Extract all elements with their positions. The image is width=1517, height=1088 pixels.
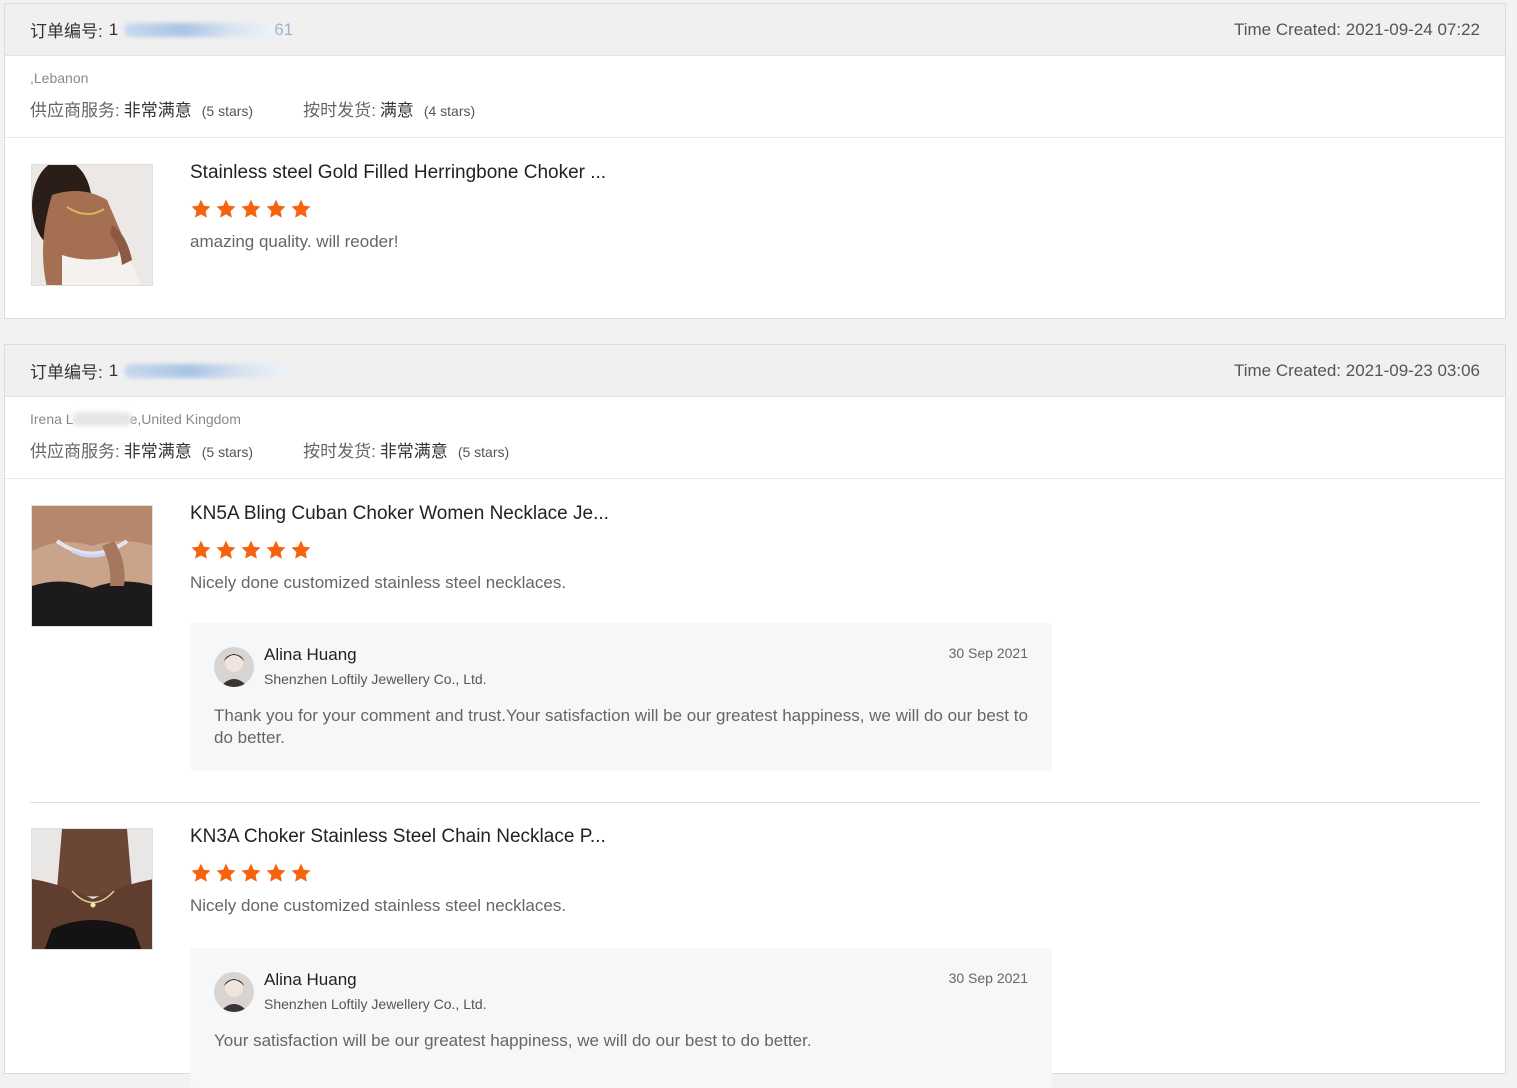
- reply-company: Shenzhen Loftily Jewellery Co., Ltd.: [264, 996, 487, 1012]
- shipping-value: 非常满意: [379, 442, 448, 461]
- supplier-service-stars: (5 stars): [201, 444, 254, 460]
- on-time-shipping-rating: 按时发货: 满意 (4 stars): [303, 96, 475, 121]
- on-time-shipping-rating: 按时发货: 非常满意 (5 stars): [303, 437, 509, 462]
- product-info: Stainless steel Gold Filled Herringbone …: [190, 162, 606, 252]
- buyer-info: ,Lebanon 供应商服务: 非常满意 (5 stars) 按时发货: 满意 …: [5, 56, 1505, 138]
- star-icon: [190, 198, 212, 220]
- product-image[interactable]: [31, 164, 153, 286]
- star-icon: [265, 862, 287, 884]
- reply-header: Alina Huang Shenzhen Loftily Jewellery C…: [214, 970, 1028, 1012]
- star-rating: [190, 539, 609, 561]
- product-title-link[interactable]: KN5A Bling Cuban Choker Women Necklace J…: [190, 503, 609, 525]
- star-icon: [265, 539, 287, 561]
- star-icon: [190, 862, 212, 884]
- shipping-value: 满意: [379, 101, 414, 120]
- buyer-country: ,Lebanon: [30, 70, 89, 86]
- time-created-value: 2021-09-24 07:22: [1345, 19, 1480, 39]
- reply-text: Your satisfaction will be our greatest h…: [214, 1031, 812, 1050]
- redacted-order-number: [124, 22, 275, 37]
- supplier-service-value: 非常满意: [123, 101, 192, 120]
- order-number-start: 1: [108, 360, 119, 380]
- buyer-country: e,United Kingdom: [129, 411, 241, 427]
- supplier-service-label: 供应商服务:: [30, 442, 120, 461]
- buyer-location: Irena L e,United Kingdom: [30, 411, 1480, 427]
- order-number-label: 订单编号:: [30, 363, 103, 382]
- time-created-label: Time Created:: [1233, 19, 1342, 39]
- supplier-reply: Alina Huang Shenzhen Loftily Jewellery C…: [190, 948, 1052, 1088]
- time-created-value: 2021-09-23 03:06: [1345, 360, 1480, 380]
- shipping-label: 按时发货:: [303, 442, 376, 461]
- shipping-stars: (5 stars): [457, 444, 510, 460]
- star-icon: [215, 539, 237, 561]
- order-number-start: 1: [108, 19, 119, 39]
- reply-date: 30 Sep 2021: [948, 970, 1028, 986]
- avatar: [214, 647, 254, 687]
- reply-date: 30 Sep 2021: [948, 645, 1028, 661]
- buyer-info: Irena L e,United Kingdom 供应商服务: 非常满意 (5 …: [5, 397, 1505, 479]
- order-number: 订单编号: 1: [30, 358, 290, 383]
- time-created: Time Created: 2021-09-23 03:06: [1234, 361, 1480, 381]
- review-text: amazing quality. will reoder!: [190, 232, 399, 251]
- reply-author: Alina Huang Shenzhen Loftily Jewellery C…: [264, 645, 949, 687]
- product-image[interactable]: [31, 505, 153, 627]
- star-icon: [240, 539, 262, 561]
- reply-text: Thank you for your comment and trust.You…: [214, 706, 1028, 747]
- review-text: Nicely done customized stainless steel n…: [190, 573, 567, 592]
- reply-company: Shenzhen Loftily Jewellery Co., Ltd.: [264, 671, 487, 687]
- order-number: 订单编号: 1 61: [30, 17, 293, 42]
- star-icon: [215, 198, 237, 220]
- order-number-label: 订单编号:: [30, 22, 103, 41]
- star-icon: [190, 539, 212, 561]
- redacted-order-number: [124, 363, 290, 378]
- supplier-reply: Alina Huang Shenzhen Loftily Jewellery C…: [190, 623, 1052, 771]
- supplier-service-rating: 供应商服务: 非常满意 (5 stars): [30, 437, 253, 462]
- product-title-link[interactable]: Stainless steel Gold Filled Herringbone …: [190, 162, 606, 184]
- star-icon: [265, 198, 287, 220]
- reply-author: Alina Huang Shenzhen Loftily Jewellery C…: [264, 970, 949, 1012]
- product-info: KN3A Choker Stainless Steel Chain Neckla…: [190, 826, 606, 916]
- avatar: [214, 972, 254, 1012]
- product-info: KN5A Bling Cuban Choker Women Necklace J…: [190, 503, 609, 593]
- redacted-buyer-name: [71, 412, 132, 426]
- star-icon: [290, 198, 312, 220]
- buyer-location: ,Lebanon: [30, 70, 1480, 86]
- time-created-label: Time Created:: [1233, 360, 1342, 380]
- reply-author-name: Alina Huang: [264, 970, 357, 989]
- supplier-service-label: 供应商服务:: [30, 101, 120, 120]
- seller-ratings: 供应商服务: 非常满意 (5 stars) 按时发货: 非常满意 (5 star…: [30, 437, 1480, 462]
- star-rating: [190, 198, 606, 220]
- shipping-stars: (4 stars): [423, 103, 476, 119]
- order-header: 订单编号: 1 61 Time Created: 2021-09-24 07:2…: [5, 4, 1505, 56]
- buyer-name: Irena L: [30, 411, 74, 427]
- order-card: 订单编号: 1 61 Time Created: 2021-09-24 07:2…: [4, 3, 1506, 319]
- star-icon: [290, 862, 312, 884]
- star-icon: [215, 862, 237, 884]
- shipping-label: 按时发货:: [303, 101, 376, 120]
- time-created: Time Created: 2021-09-24 07:22: [1234, 20, 1480, 40]
- order-card: 订单编号: 1 Time Created: 2021-09-23 03:06 I…: [4, 344, 1506, 1088]
- supplier-service-rating: 供应商服务: 非常满意 (5 stars): [30, 96, 253, 121]
- product-divider: [30, 802, 1480, 803]
- product-image[interactable]: [31, 828, 153, 950]
- star-icon: [240, 198, 262, 220]
- reply-header: Alina Huang Shenzhen Loftily Jewellery C…: [214, 645, 1028, 687]
- product-title-link[interactable]: KN3A Choker Stainless Steel Chain Neckla…: [190, 826, 606, 848]
- supplier-service-value: 非常满意: [123, 442, 192, 461]
- supplier-service-stars: (5 stars): [201, 103, 254, 119]
- star-rating: [190, 862, 606, 884]
- order-number-end: 61: [274, 19, 294, 39]
- review-text: Nicely done customized stainless steel n…: [190, 896, 567, 915]
- star-icon: [290, 539, 312, 561]
- star-icon: [240, 862, 262, 884]
- reply-author-name: Alina Huang: [264, 645, 357, 664]
- order-header: 订单编号: 1 Time Created: 2021-09-23 03:06: [5, 345, 1505, 397]
- seller-ratings: 供应商服务: 非常满意 (5 stars) 按时发货: 满意 (4 stars): [30, 96, 1480, 121]
